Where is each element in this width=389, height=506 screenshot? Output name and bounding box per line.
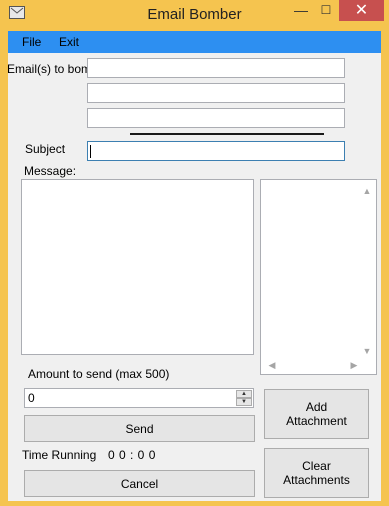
chevron-right-icon[interactable]: ▶ [347, 358, 361, 372]
email-field-2[interactable] [87, 83, 345, 103]
menu-file[interactable]: File [20, 35, 43, 49]
time-running-label: Time Running [22, 448, 97, 462]
chevron-up-icon[interactable]: ▲ [360, 184, 374, 198]
email-field-1[interactable] [87, 58, 345, 78]
time-running-value: 0 0 : 0 0 [108, 448, 156, 462]
cancel-button[interactable]: Cancel [24, 470, 255, 497]
spin-up-icon[interactable]: ▲ [236, 390, 252, 398]
subject-input[interactable] [87, 141, 345, 161]
attachments-list[interactable]: ▲ ▼ ◀ ▶ [260, 179, 377, 375]
subject-label: Subject [25, 142, 66, 156]
amount-stepper[interactable]: 0 ▲ ▼ [24, 388, 254, 408]
amount-value: 0 [28, 391, 35, 405]
emails-label: Email(s) to bomb [7, 62, 98, 76]
text-caret [90, 145, 91, 158]
chevron-down-icon[interactable]: ▼ [360, 344, 374, 358]
minimize-button[interactable]: — [289, 0, 313, 21]
chevron-left-icon[interactable]: ◀ [265, 358, 279, 372]
clear-attachments-button[interactable]: Clear Attachments [264, 448, 369, 498]
add-attachment-button[interactable]: Add Attachment [264, 389, 369, 439]
close-button[interactable]: ✕ [339, 0, 384, 21]
amount-label: Amount to send (max 500) [28, 367, 170, 381]
maximize-button[interactable]: ☐ [313, 0, 339, 21]
send-button[interactable]: Send [24, 415, 255, 442]
spin-down-icon[interactable]: ▼ [236, 398, 252, 406]
separator-line [130, 133, 324, 135]
message-textarea[interactable] [21, 179, 254, 355]
email-field-3[interactable] [87, 108, 345, 128]
menu-exit[interactable]: Exit [57, 35, 81, 49]
message-label: Message: [24, 164, 77, 178]
